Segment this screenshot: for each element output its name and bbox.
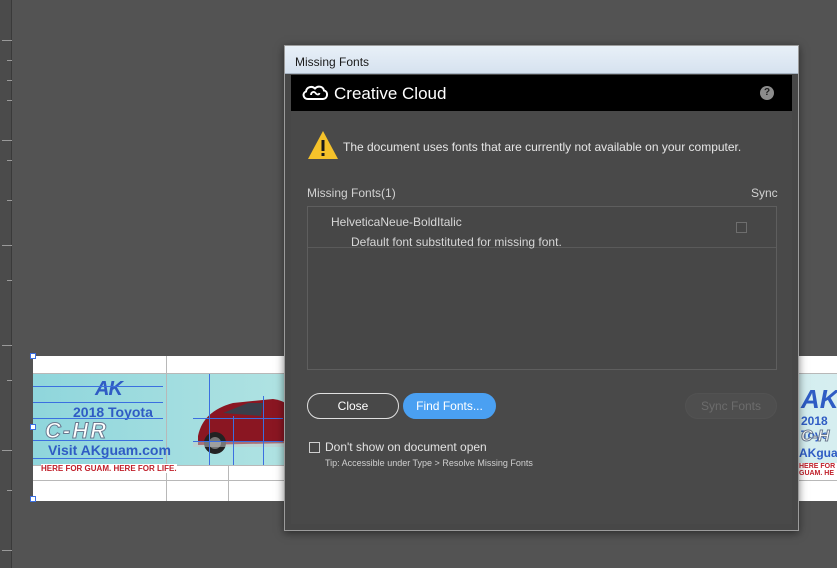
sync-checkbox[interactable] — [736, 222, 747, 233]
image-frame-guide — [209, 374, 210, 465]
text-frame-guide — [33, 440, 163, 441]
ruler-tick — [2, 345, 12, 346]
creative-cloud-logo-icon — [302, 85, 329, 100]
text-frame-guide — [33, 458, 163, 459]
text-frame-guide — [33, 386, 163, 387]
ruler-tick — [7, 490, 12, 491]
find-fonts-button[interactable]: Find Fonts... — [403, 393, 496, 419]
ruler-tick — [7, 280, 12, 281]
dialog-title: Missing Fonts — [295, 55, 370, 69]
close-button[interactable]: Close — [307, 393, 399, 419]
ruler-tick — [7, 200, 12, 201]
ad-tagline-right[interactable]: HERE FOR GUAM. HE — [799, 463, 837, 477]
car-image[interactable] — [193, 381, 293, 461]
creative-cloud-header: Creative Cloud ? — [291, 75, 792, 111]
ruler-tick — [2, 450, 12, 451]
tip-text: Tip: Accessible under Type > Resolve Mis… — [325, 458, 533, 468]
warning-message: The document uses fonts that are current… — [343, 140, 742, 154]
ad-website[interactable]: Visit AKguam.com — [48, 442, 171, 458]
missing-fonts-list[interactable]: HelveticaNeue-BoldItalic Default font su… — [307, 206, 777, 370]
sync-column-header: Sync — [751, 186, 778, 200]
ruler-tick — [7, 160, 12, 161]
ruler-tick — [7, 380, 12, 381]
dialog-titlebar[interactable]: Missing Fonts — [285, 46, 798, 74]
ruler-tick — [7, 100, 12, 101]
sync-fonts-button[interactable]: Sync Fonts — [685, 393, 777, 419]
ruler-tick — [7, 60, 12, 61]
text-frame-guide — [33, 418, 163, 419]
ruler-tick — [2, 140, 12, 141]
selection-handle[interactable] — [30, 496, 36, 502]
ad-model-right[interactable]: C-H — [800, 428, 829, 446]
image-frame-guide — [193, 441, 283, 442]
dialog-content: The document uses fonts that are current… — [291, 111, 792, 524]
font-name: HelveticaNeue-BoldItalic — [331, 215, 462, 229]
ruler-tick — [2, 245, 12, 246]
missing-fonts-header: Missing Fonts(1) — [307, 186, 396, 200]
ruler-tick — [2, 40, 12, 41]
divider — [228, 465, 229, 501]
selection-handle[interactable] — [30, 424, 36, 430]
font-substitution-note: Default font substituted for missing fon… — [351, 235, 562, 249]
ad-tagline[interactable]: HERE FOR GUAM. HERE FOR LIFE. — [41, 464, 177, 473]
dont-show-label[interactable]: Don't show on document open — [325, 440, 487, 454]
help-icon[interactable]: ? — [760, 86, 774, 100]
ad-logo-right[interactable]: AK — [801, 384, 837, 415]
dont-show-checkbox[interactable] — [309, 442, 320, 453]
ruler-tick — [2, 550, 12, 551]
ad-website-right[interactable]: AKguam.c — [799, 446, 837, 460]
image-frame-guide — [193, 418, 283, 419]
warning-icon — [308, 131, 338, 159]
missing-fonts-dialog: Missing Fonts Creative Cloud ? The docum… — [284, 45, 799, 531]
vertical-ruler[interactable] — [0, 0, 12, 568]
image-frame-guide — [263, 396, 264, 465]
font-list-item[interactable]: HelveticaNeue-BoldItalic Default font su… — [308, 207, 776, 249]
ad-logo[interactable]: AK — [95, 378, 123, 401]
ruler-tick — [7, 80, 12, 81]
text-frame-guide — [33, 402, 163, 403]
brand-title: Creative Cloud — [334, 84, 447, 103]
selection-handle[interactable] — [30, 353, 36, 359]
image-frame-guide — [233, 416, 234, 465]
